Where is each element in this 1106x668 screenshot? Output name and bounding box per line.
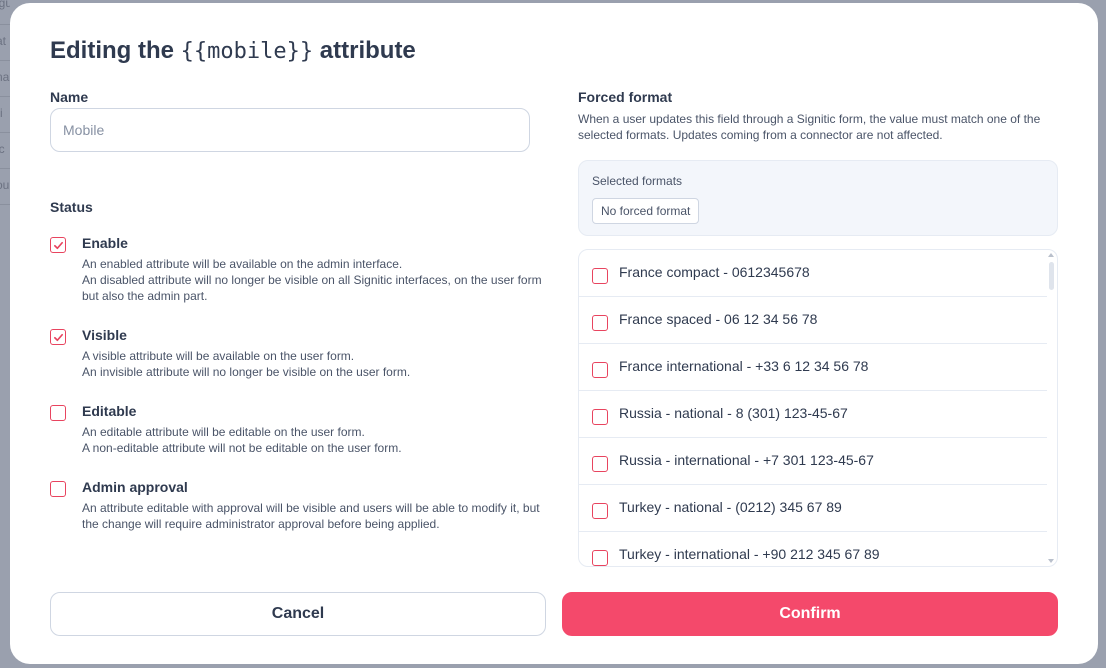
format-checkbox[interactable]	[592, 268, 608, 284]
format-option[interactable]: France international - +33 6 12 34 56 78	[579, 344, 1047, 391]
format-option[interactable]: France compact - 0612345678	[579, 250, 1047, 297]
scrollbar-thumb[interactable]	[1049, 262, 1054, 290]
description-line: An editable attribute will be editable o…	[82, 425, 365, 439]
visible-description: A visible attribute will be available on…	[82, 348, 542, 380]
description-line: An disabled attribute will no longer be …	[82, 273, 542, 303]
cancel-button[interactable]: Cancel	[50, 592, 546, 636]
description-line: A non-editable attribute will not be edi…	[82, 441, 402, 455]
editable-description: An editable attribute will be editable o…	[82, 424, 542, 456]
format-option[interactable]: Russia - international - +7 301 123-45-6…	[579, 438, 1047, 485]
format-option-label: Russia - international - +7 301 123-45-6…	[619, 452, 874, 468]
backdrop-text: at	[0, 34, 7, 48]
format-checkbox[interactable]	[592, 550, 608, 566]
no-forced-format-chip: No forced format	[592, 198, 700, 224]
enable-description: An enabled attribute will be available o…	[82, 256, 542, 304]
format-option-label: France international - +33 6 12 34 56 78	[619, 358, 869, 374]
description-line: A visible attribute will be available on…	[82, 349, 355, 363]
enable-title: Enable	[82, 235, 128, 251]
check-icon	[53, 241, 63, 249]
backdrop-text: ic	[0, 142, 5, 156]
format-option[interactable]: France spaced - 06 12 34 56 78	[579, 297, 1047, 344]
format-option-label: Turkey - international - +90 212 345 67 …	[619, 546, 880, 562]
format-option-label: France spaced - 06 12 34 56 78	[619, 311, 818, 327]
description-line: An attribute editable with approval will…	[82, 501, 540, 531]
visible-title: Visible	[82, 327, 127, 343]
format-option-label: Russia - national - 8 (301) 123-45-67	[619, 405, 848, 421]
forced-format-label: Forced format	[578, 89, 673, 105]
status-option-visible: Visible A visible attribute will be avai…	[50, 327, 540, 383]
visible-checkbox[interactable]	[50, 329, 66, 345]
format-checkbox[interactable]	[592, 409, 608, 425]
format-checkbox[interactable]	[592, 315, 608, 331]
format-options-list[interactable]: France compact - 0612345678 France space…	[578, 249, 1058, 567]
title-suffix: attribute	[319, 37, 416, 64]
format-checkbox[interactable]	[592, 362, 608, 378]
description-line: An invisible attribute will no longer be…	[82, 365, 411, 379]
enable-checkbox[interactable]	[50, 237, 66, 253]
backdrop-text: ri	[0, 106, 3, 120]
selected-formats-label: Selected formats	[592, 174, 683, 188]
admin-approval-title: Admin approval	[82, 479, 188, 495]
format-list-scrollbar[interactable]	[1047, 250, 1057, 566]
backdrop-text: igu	[0, 0, 10, 10]
description-line: An enabled attribute will be available o…	[82, 257, 403, 271]
format-option[interactable]: Russia - national - 8 (301) 123-45-67	[579, 391, 1047, 438]
format-option[interactable]: Turkey - international - +90 212 345 67 …	[579, 532, 1047, 566]
backdrop-text: ou	[0, 178, 10, 192]
confirm-button[interactable]: Confirm	[562, 592, 1058, 636]
format-checkbox[interactable]	[592, 503, 608, 519]
editable-checkbox[interactable]	[50, 405, 66, 421]
name-input[interactable]	[50, 108, 530, 152]
name-label: Name	[50, 89, 89, 105]
check-icon	[53, 333, 63, 341]
status-option-admin-approval: Admin approval An attribute editable wit…	[50, 479, 540, 535]
forced-format-description: When a user updates this field through a…	[578, 112, 1041, 142]
format-checkbox[interactable]	[592, 456, 608, 472]
format-option[interactable]: Turkey - national - (0212) 345 67 89	[579, 485, 1047, 532]
status-label: Status	[50, 199, 93, 215]
status-option-editable: Editable An editable attribute will be e…	[50, 403, 540, 459]
scroll-up-arrow-icon[interactable]	[1048, 253, 1054, 257]
backdrop-text: na	[0, 70, 10, 84]
selected-formats-panel: Selected formats No forced format	[578, 160, 1058, 236]
status-option-enable: Enable An enabled attribute will be avai…	[50, 235, 542, 305]
editable-title: Editable	[82, 403, 137, 419]
edit-attribute-modal: Editing the {{mobile}} attribute Name St…	[10, 3, 1098, 664]
format-option-label: France compact - 0612345678	[619, 264, 810, 280]
modal-title: Editing the {{mobile}} attribute	[50, 37, 416, 65]
admin-approval-checkbox[interactable]	[50, 481, 66, 497]
title-prefix: Editing the	[50, 37, 174, 64]
format-option-label: Turkey - national - (0212) 345 67 89	[619, 499, 842, 515]
title-attribute-code: {{mobile}}	[180, 39, 314, 64]
admin-approval-description: An attribute editable with approval will…	[82, 500, 542, 532]
scroll-down-arrow-icon[interactable]	[1048, 559, 1054, 563]
